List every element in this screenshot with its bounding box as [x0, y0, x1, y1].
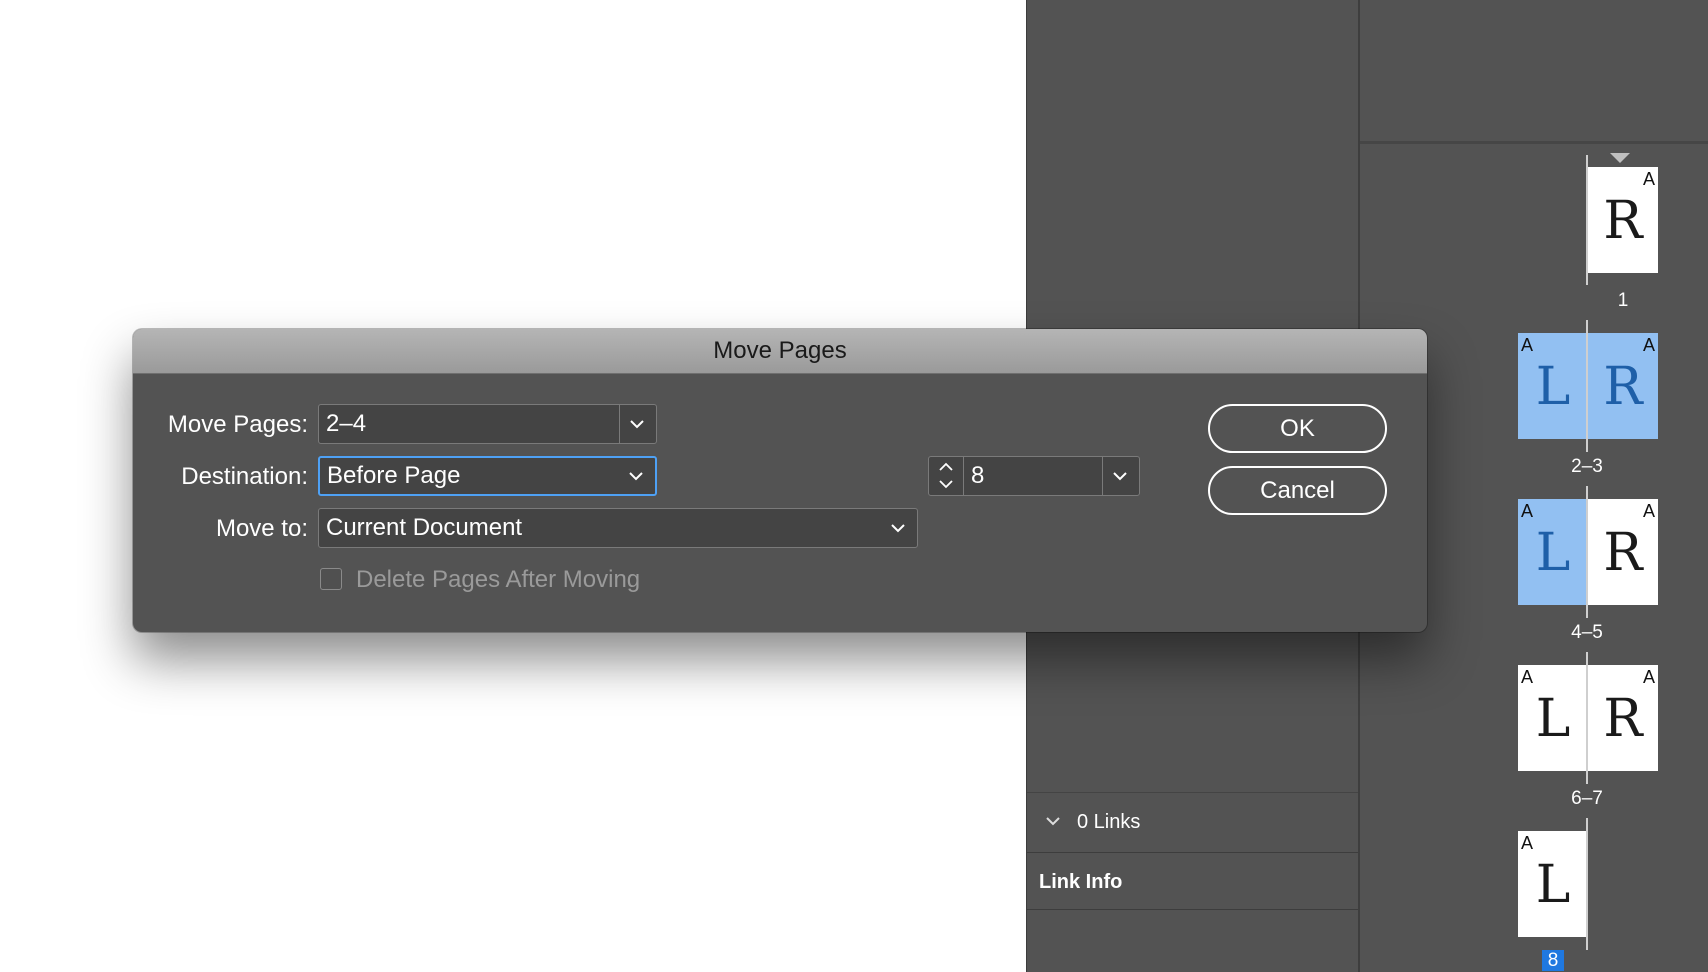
spread-spine [1586, 818, 1588, 950]
current-page-label[interactable]: 8 [1483, 950, 1623, 972]
chevron-down-icon [1113, 472, 1127, 481]
page-thumbnail[interactable]: A R [1588, 665, 1658, 771]
page-letter: L [1535, 855, 1571, 915]
spread-label[interactable]: 6–7 [1517, 788, 1657, 810]
master-indicator: A [1521, 667, 1534, 687]
page-letter: R [1603, 191, 1643, 251]
spread-label[interactable]: 4–5 [1517, 622, 1657, 644]
stepper-up-icon[interactable] [938, 460, 954, 474]
move-to-value: Current Document [326, 514, 523, 541]
move-pages-label: Move Pages: [167, 411, 308, 438]
destination-label: Destination: [181, 463, 308, 490]
page-thumbnail[interactable]: A R [1588, 499, 1658, 605]
master-indicator: A [1642, 169, 1655, 189]
page-thumbnail[interactable]: A L [1518, 499, 1588, 605]
destination-page-dropdown-button[interactable] [1102, 457, 1139, 495]
delete-pages-checkbox[interactable] [320, 568, 342, 590]
master-indicator: A [1642, 667, 1655, 687]
spread-spine [1586, 486, 1588, 618]
page-number-stepper[interactable] [928, 456, 964, 496]
spread-spine [1586, 320, 1588, 452]
page-thumbnail[interactable]: A R [1588, 167, 1658, 273]
links-count: 0 Links [1077, 811, 1141, 833]
destination-value: Before Page [327, 462, 461, 489]
page-thumbnail[interactable]: A R [1588, 333, 1658, 439]
master-indicator: A [1642, 335, 1655, 355]
page-letter: R [1603, 689, 1643, 749]
master-indicator: A [1521, 501, 1534, 521]
chevron-down-icon [891, 524, 905, 533]
links-header[interactable]: 0 Links [1027, 792, 1359, 853]
spread-spine [1586, 652, 1588, 784]
chevron-down-icon [629, 472, 643, 481]
pages-panel-divider[interactable] [1360, 141, 1708, 144]
move-pages-dropdown-button[interactable] [619, 405, 656, 443]
dialog-titlebar[interactable]: Move Pages [133, 329, 1427, 374]
master-indicator: A [1521, 335, 1534, 355]
page-letter: L [1535, 689, 1571, 749]
destination-page-combobox[interactable]: 8 [963, 456, 1140, 496]
page-letter: R [1603, 357, 1643, 417]
spread-label[interactable]: 1 [1553, 290, 1693, 312]
cancel-button[interactable]: Cancel [1208, 466, 1387, 515]
page-letter: R [1603, 523, 1643, 583]
chevron-down-icon[interactable] [1043, 811, 1063, 831]
destination-select[interactable]: Before Page [318, 456, 657, 496]
page-letter: L [1535, 523, 1571, 583]
master-indicator: A [1521, 833, 1534, 853]
move-pages-dialog: Move Pages Move Pages: 2–4 Destination: … [133, 329, 1427, 632]
document-start-marker [1610, 153, 1630, 163]
stepper-down-icon[interactable] [938, 477, 954, 491]
dialog-title: Move Pages [713, 337, 847, 364]
destination-page-input[interactable]: 8 [971, 457, 984, 495]
page-thumbnail[interactable]: A L [1518, 831, 1588, 937]
link-info-label: Link Info [1039, 871, 1123, 893]
move-pages-combobox[interactable]: 2–4 [318, 404, 657, 444]
page-thumbnail[interactable]: A L [1518, 665, 1588, 771]
chevron-down-icon [630, 420, 644, 429]
spread-label[interactable]: 2–3 [1517, 456, 1657, 478]
move-to-label: Move to: [215, 515, 308, 542]
page-letter: L [1535, 357, 1571, 417]
delete-pages-label: Delete Pages After Moving [356, 566, 641, 593]
move-to-select[interactable]: Current Document [318, 508, 918, 548]
link-info-section[interactable]: Link Info [1027, 852, 1359, 910]
master-indicator: A [1642, 501, 1655, 521]
move-pages-input[interactable]: 2–4 [326, 405, 366, 443]
ok-button[interactable]: OK [1208, 404, 1387, 453]
page-thumbnail[interactable]: A L [1518, 333, 1588, 439]
